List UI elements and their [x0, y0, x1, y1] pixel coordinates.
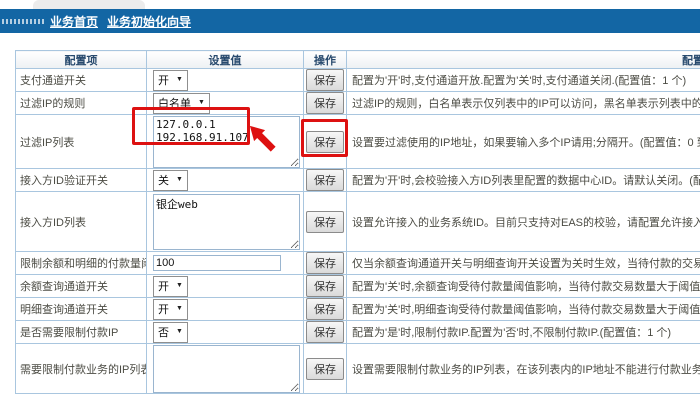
save-button[interactable]: 保存 [306, 169, 344, 191]
table-row: 支付通道开关 开▼ 保存 配置为'开'时,支付通道开放.配置为'关'时,支付通道… [16, 69, 700, 92]
table-row: 是否需要限制付款IP 否▼ 保存 配置为'是'时,限制付款IP.配置为'否'时,… [16, 321, 700, 344]
header-setting-value: 设置值 [147, 51, 304, 69]
save-button[interactable]: 保存 [306, 358, 344, 380]
config-desc: 过滤IP的规则，白名单表示仅列表中的IP可以访问，黑名单表示列表中的IP不可以访… [352, 98, 700, 110]
limit-payment-ip-select[interactable]: 否▼ [153, 322, 188, 343]
config-item-label: 余额查询通道开关 [20, 281, 108, 293]
select-value: 开 [158, 72, 169, 88]
save-button[interactable]: 保存 [306, 321, 344, 343]
config-desc: 设置需要限制付款业务的IP列表，在该列表内的IP地址不能进行付款业务(配置值：0… [352, 364, 700, 376]
config-desc: 配置为'开'时,会校验接入方ID列表里配置的数据中心ID。请默认关闭。(配置值：… [352, 175, 700, 187]
select-value: 开 [158, 301, 169, 317]
chevron-down-icon: ▼ [176, 282, 183, 289]
table-row: 需要限制付款业务的IP列表 保存 设置需要限制付款业务的IP列表，在该列表内的I… [16, 344, 700, 394]
header-config-item: 配置项 [16, 51, 147, 69]
config-item-label: 接入方ID列表 [20, 217, 86, 229]
config-item-label: 支付通道开关 [20, 75, 86, 87]
select-value: 开 [158, 278, 169, 294]
chevron-down-icon: ▼ [198, 99, 205, 106]
config-desc: 设置允许接入的业务系统ID。目前只支持对EAS的校验，请配置允许接入的EAS数据… [352, 217, 700, 229]
save-button[interactable]: 保存 [306, 92, 344, 114]
party-id-verify-select[interactable]: 关▼ [153, 170, 188, 191]
header-operation: 操作 [304, 51, 347, 69]
config-item-label: 过滤IP列表 [20, 137, 74, 149]
party-id-list-textarea[interactable]: 银企web [153, 194, 300, 250]
table-row: 过滤IP列表 127.0.0.1 192.168.91.107 保存 设置要过滤… [16, 115, 700, 169]
logo-icon [2, 19, 44, 24]
config-table: 配置项 设置值 操作 配置说明 支付通道开关 开▼ 保存 配置为'开'时,支付通… [15, 50, 700, 394]
save-button[interactable]: 保存 [306, 69, 344, 91]
table-row: 限制余额和明细的付款量阈值 保存 仅当余额查询通道开关与明细查询开关设置为关时生… [16, 252, 700, 275]
annotation-box-save-button [301, 119, 348, 157]
detail-query-select[interactable]: 开▼ [153, 299, 188, 320]
chevron-down-icon: ▼ [176, 305, 183, 312]
config-item-label: 限制余额和明细的付款量阈值 [20, 258, 147, 270]
config-desc: 仅当余额查询通道开关与明细查询开关设置为关时生效，当待付款的交易数量大于该值时，… [352, 258, 700, 270]
nav-link-init-wizard[interactable]: 业务初始化向导 [107, 13, 191, 30]
save-button[interactable]: 保存 [306, 252, 344, 274]
config-desc: 设置要过滤使用的IP地址，如果要输入多个IP请用;分隔开。(配置值：0 到 16… [352, 137, 700, 149]
save-button[interactable]: 保存 [306, 275, 344, 297]
table-row: 过滤IP的规则 白名单▼ 保存 过滤IP的规则，白名单表示仅列表中的IP可以访问… [16, 92, 700, 115]
config-item-label: 明细查询通道开关 [20, 304, 108, 316]
select-value: 否 [158, 324, 169, 340]
config-desc: 配置为'关'时,余额查询受待付款量阈值影响，当待付款交易数量大于阈值，不允许查询… [352, 281, 700, 293]
select-value: 关 [158, 172, 169, 188]
balance-query-select[interactable]: 开▼ [153, 276, 188, 297]
table-row: 余额查询通道开关 开▼ 保存 配置为'关'时,余额查询受待付款量阈值影响，当待付… [16, 275, 700, 298]
nav-link-business-home[interactable]: 业务首页 [50, 13, 98, 30]
table-row: 明细查询通道开关 开▼ 保存 配置为'关'时,明细查询受待付款量阈值影响，当待付… [16, 298, 700, 321]
config-item-label: 接入方ID验证开关 [20, 175, 108, 187]
config-desc: 配置为'关'时,明细查询受待付款量阈值影响，当待付款交易数量大于阈值，不允许查询… [352, 304, 700, 316]
chevron-down-icon: ▼ [176, 176, 183, 183]
config-desc: 配置为'开'时,支付通道开放.配置为'关'时,支付通道关闭.(配置值：1 个) [352, 75, 686, 87]
payment-threshold-input[interactable] [153, 255, 281, 271]
config-item-label: 过滤IP的规则 [20, 98, 85, 110]
config-desc: 配置为'是'时,限制付款IP.配置为'否'时,不限制付款IP.(配置值：1 个) [352, 327, 671, 339]
restricted-payment-ip-textarea[interactable] [153, 345, 300, 393]
config-item-label: 是否需要限制付款IP [20, 327, 118, 339]
table-row: 接入方ID列表 银企web 保存 设置允许接入的业务系统ID。目前只支持对EAS… [16, 192, 700, 252]
chevron-down-icon: ▼ [176, 76, 183, 83]
table-header-row: 配置项 设置值 操作 配置说明 [16, 51, 700, 69]
table-row: 接入方ID验证开关 关▼ 保存 配置为'开'时,会校验接入方ID列表里配置的数据… [16, 169, 700, 192]
annotation-arrow-icon [243, 123, 283, 155]
annotation-box-ip-list [132, 107, 250, 145]
save-button[interactable]: 保存 [306, 211, 344, 233]
config-item-label: 需要限制付款业务的IP列表 [20, 364, 147, 376]
chevron-down-icon: ▼ [176, 328, 183, 335]
header-config-desc: 配置说明 [347, 51, 700, 69]
config-page: 业务首页 业务初始化向导 配置项 设置值 操作 配置说明 支付通道开关 开▼ 保… [0, 0, 700, 405]
top-navbar: 业务首页 业务初始化向导 [0, 9, 700, 33]
payment-channel-select[interactable]: 开▼ [153, 70, 188, 91]
save-button[interactable]: 保存 [306, 298, 344, 320]
browser-tab-ghost [33, 0, 145, 9]
